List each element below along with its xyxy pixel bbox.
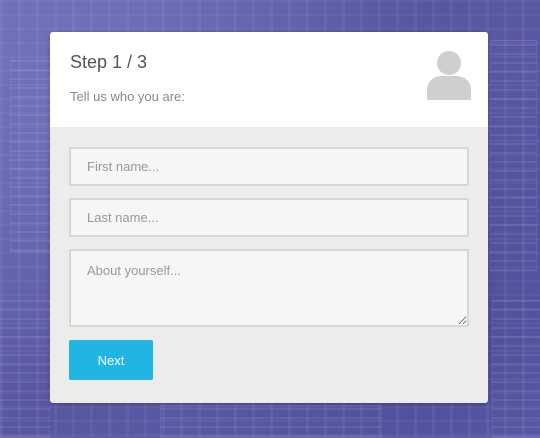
about-yourself-textarea[interactable]	[69, 249, 469, 327]
step-indicator: Step 1 / 3	[70, 52, 148, 72]
signup-wizard-card: Step 1 / 3 Tell us who you are: Next	[50, 32, 488, 403]
background-building	[0, 300, 50, 438]
next-button[interactable]: Next	[69, 340, 153, 380]
background-building	[490, 40, 537, 272]
background-building	[10, 60, 52, 252]
last-name-input[interactable]	[69, 198, 469, 237]
first-name-input[interactable]	[69, 147, 469, 186]
wizard-header: Step 1 / 3 Tell us who you are:	[50, 32, 488, 127]
step-subtitle: Tell us who you are:	[70, 89, 185, 104]
user-icon	[427, 51, 471, 100]
background-building	[492, 300, 540, 438]
background-building	[160, 405, 382, 438]
